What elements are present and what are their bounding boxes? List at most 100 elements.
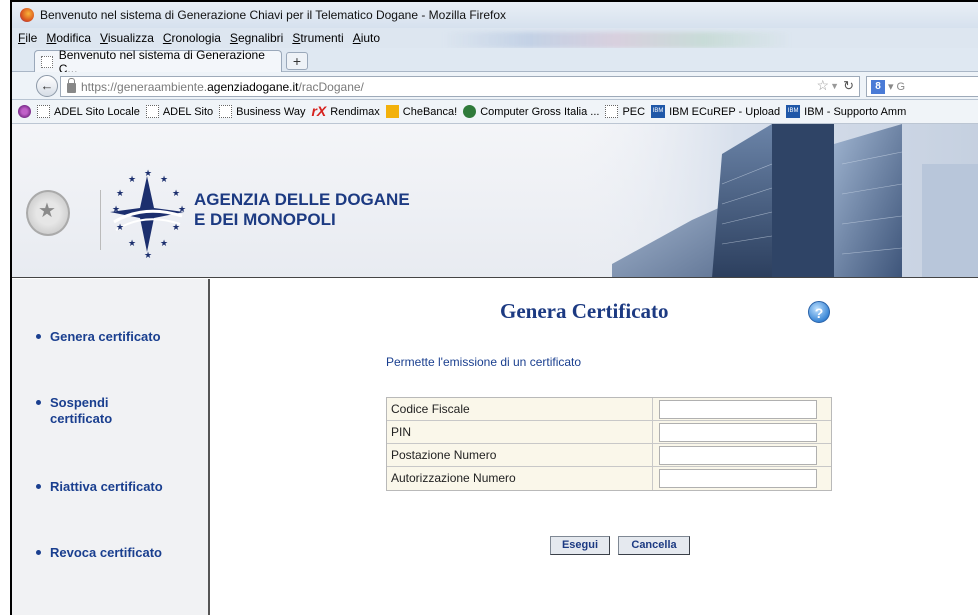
svg-text:★: ★: [116, 223, 124, 233]
svg-text:★: ★: [178, 205, 186, 215]
firefox-icon: [20, 8, 34, 22]
url-prefix: https://generaambiente.: [81, 79, 208, 94]
menu-file[interactable]: File: [18, 31, 37, 45]
sidebar-item-label: Revoca certificato: [50, 545, 162, 560]
bookmark-ibm-supporto[interactable]: IBM IBM - Supporto Amm: [786, 105, 906, 118]
bookmark-label: ADEL Sito: [162, 105, 214, 118]
window-titlebar: Benvenuto nel sistema di Generazione Chi…: [12, 2, 978, 28]
main-panel: Genera Certificato ? Permette l'emission…: [212, 279, 978, 615]
google-plus-icon: 8: [871, 79, 885, 94]
bookmarks-gear[interactable]: [18, 105, 31, 118]
url-bar[interactable]: https://generaambiente.agenziadogane.it/…: [60, 76, 860, 97]
postazione-numero-input[interactable]: [659, 445, 817, 465]
tab-strip: Benvenuto nel sistema di Generazione C..…: [12, 48, 978, 76]
bookmark-adel-sito-locale[interactable]: ADEL Sito Locale: [37, 105, 140, 118]
postazione-numero-label: Postazione Numero: [387, 444, 653, 466]
lock-icon: [67, 78, 76, 93]
blank-page-icon: [37, 105, 50, 118]
back-button[interactable]: ←: [36, 75, 58, 97]
menu-modifica[interactable]: Modifica: [46, 31, 91, 45]
window-title: Benvenuto nel sistema di Generazione Chi…: [40, 8, 507, 22]
bookmark-label: PEC: [622, 105, 646, 118]
menu-aiuto[interactable]: Aiuto: [353, 31, 380, 45]
chebanca-icon: [385, 105, 399, 118]
browser-window: Benvenuto nel sistema di Generazione Chi…: [10, 0, 978, 615]
buildings-image: [572, 124, 978, 277]
svg-text:★: ★: [112, 205, 120, 215]
agency-name-line2: E DEI MONOPOLI: [194, 210, 336, 229]
menu-bar: File Modifica Visualizza Cronologia Segn…: [12, 28, 978, 48]
form-row: PIN: [387, 421, 831, 444]
computer-gross-icon: [463, 105, 477, 118]
page-title: Genera Certificato: [500, 299, 669, 323]
bookmark-rendimax[interactable]: rX Rendimax: [311, 103, 380, 119]
pin-input[interactable]: [659, 422, 817, 442]
bookmark-label: Rendimax: [330, 105, 380, 118]
search-text: G: [896, 80, 906, 93]
rendimax-icon: rX: [311, 103, 327, 119]
bullet: [36, 550, 41, 555]
sidebar-item-label: Genera certificato: [50, 329, 161, 344]
header-divider: [100, 190, 101, 250]
menu-segnalibri[interactable]: Segnalibri: [230, 31, 283, 45]
tab-active[interactable]: Benvenuto nel sistema di Generazione C..…: [34, 48, 282, 76]
cancel-button[interactable]: Cancella: [618, 536, 690, 555]
bookmark-star-icon[interactable]: ☆: [816, 77, 829, 94]
bookmark-pec[interactable]: PEC: [605, 105, 645, 118]
svg-text:★: ★: [160, 175, 168, 185]
svg-text:★: ★: [172, 189, 180, 199]
execute-button[interactable]: Esegui: [550, 536, 610, 555]
blank-page-icon: [219, 105, 233, 118]
bookmark-label: Computer Gross Italia ...: [480, 105, 600, 118]
ibm-icon: IBM: [786, 105, 801, 118]
codice-fiscale-input[interactable]: [659, 399, 817, 419]
italian-republic-emblem-icon: [26, 190, 70, 236]
gear-icon: [18, 105, 31, 118]
bookmark-business-way[interactable]: Business Way: [219, 105, 305, 118]
agency-name: AGENZIA DELLE DOGANE E DEI MONOPOLI: [194, 190, 410, 230]
content-area: Genera certificato Sospendi certificato …: [12, 279, 978, 615]
svg-text:★: ★: [128, 175, 136, 185]
navigation-bar: ← https://generaambiente.agenziadogane.i…: [12, 72, 978, 100]
svg-text:★: ★: [172, 223, 180, 233]
sidebar-item-label: Riattiva certificato: [50, 479, 163, 494]
bookmark-chebanca[interactable]: CheBanca!: [385, 105, 458, 118]
bookmark-label: Business Way: [236, 105, 306, 118]
help-icon[interactable]: ?: [808, 301, 830, 323]
page-header: ★ ★ ★ ★ ★ ★ ★ ★ ★ ★ ★ ★ AGENZIA DELLE DOGANE E …: [12, 124, 978, 278]
svg-text:★: ★: [144, 251, 152, 260]
reload-icon[interactable]: ↻: [843, 78, 854, 94]
bookmark-label: CheBanca!: [402, 105, 458, 118]
blank-page-icon: [41, 55, 53, 68]
form-row: Postazione Numero: [387, 444, 831, 467]
sidebar-item-riattiva[interactable]: Riattiva certificato: [36, 479, 163, 495]
codice-fiscale-label: Codice Fiscale: [387, 398, 653, 420]
pin-label: PIN: [387, 421, 653, 443]
sidebar-item-sospendi[interactable]: Sospendi certificato: [36, 395, 176, 427]
sidebar-item-revoca[interactable]: Revoca certificato: [36, 545, 162, 561]
bookmark-label: IBM ECuREP - Upload: [669, 105, 781, 118]
bookmark-adel-sito[interactable]: ADEL Sito: [145, 105, 214, 118]
ibm-icon: IBM: [651, 105, 666, 118]
bookmarks-toolbar: ADEL Sito Locale ADEL Sito Business Way …: [12, 100, 978, 124]
svg-text:★: ★: [116, 189, 124, 199]
autorizzazione-numero-input[interactable]: [659, 469, 817, 488]
svg-text:★: ★: [128, 239, 136, 249]
form-row: Autorizzazione Numero: [387, 467, 831, 490]
menu-visualizza[interactable]: Visualizza: [100, 31, 154, 45]
menu-strumenti[interactable]: Strumenti: [292, 31, 343, 45]
bullet: [36, 334, 41, 339]
agency-star-logo-icon: ★ ★ ★ ★ ★ ★ ★ ★ ★ ★ ★ ★: [110, 169, 186, 260]
new-tab-button[interactable]: +: [286, 52, 308, 70]
menu-cronologia[interactable]: Cronologia: [163, 31, 221, 45]
agency-name-line1: AGENZIA DELLE DOGANE: [194, 190, 410, 209]
form-row: Codice Fiscale: [387, 398, 831, 421]
svg-text:★: ★: [160, 239, 168, 249]
chevron-down-icon[interactable]: ▼: [830, 81, 839, 91]
search-box[interactable]: 8 ▾ G: [866, 76, 978, 97]
page-subtitle: Permette l'emissione di un certificato: [386, 355, 582, 369]
sidebar-item-genera[interactable]: Genera certificato: [36, 329, 161, 345]
autorizzazione-numero-label: Autorizzazione Numero: [387, 467, 653, 490]
bookmark-ibm-ecurep[interactable]: IBM IBM ECuREP - Upload: [651, 105, 780, 118]
bookmark-computer-gross[interactable]: Computer Gross Italia ...: [463, 105, 599, 118]
